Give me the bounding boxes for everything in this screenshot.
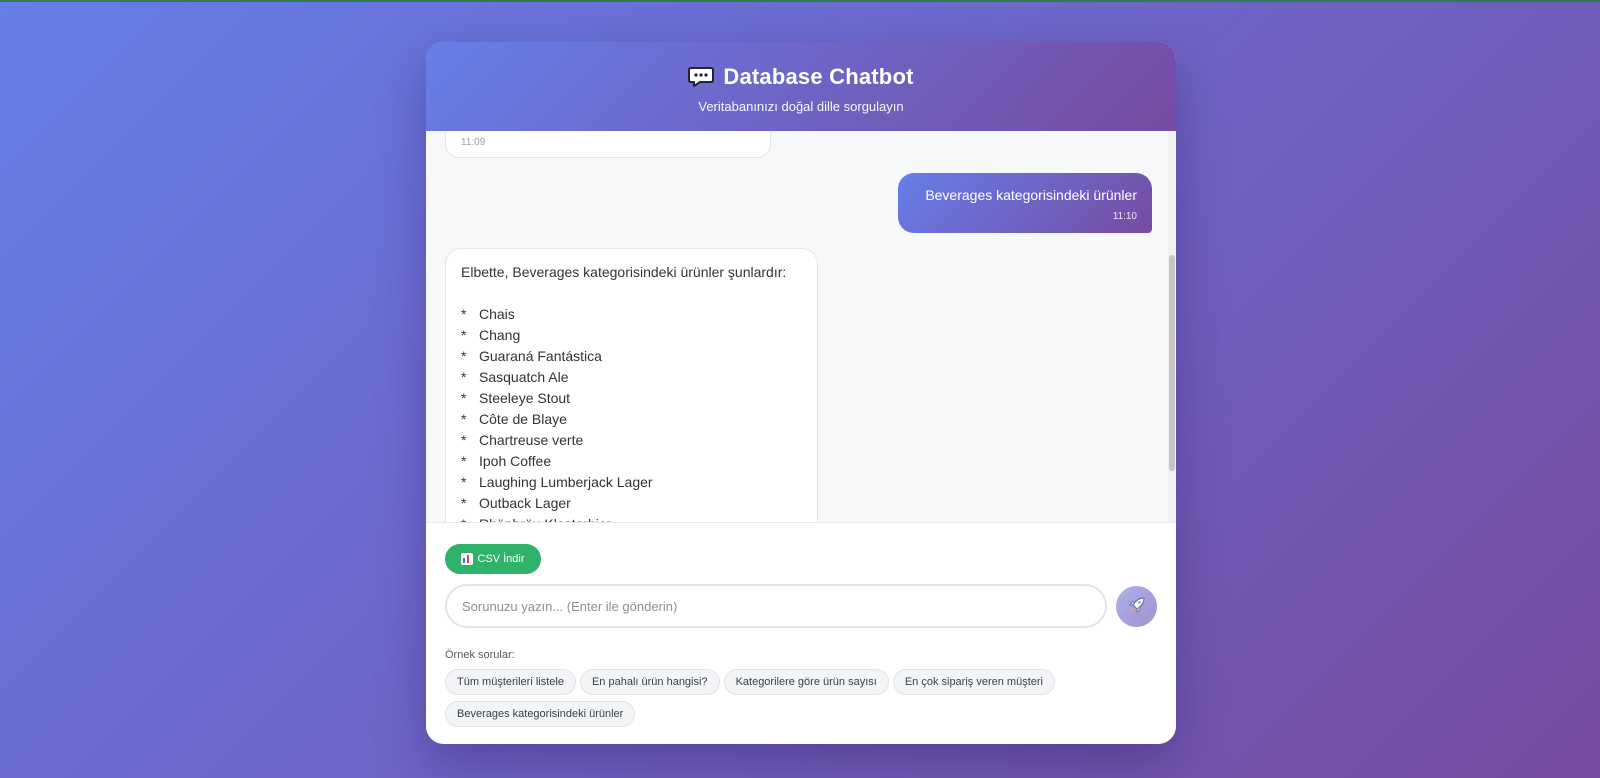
- list-bullet: *: [461, 474, 467, 490]
- user-message: Beverages kategorisindeki ürünler 11:10: [898, 173, 1152, 233]
- speech-bubble-icon: [688, 66, 715, 88]
- title-row: Database Chatbot: [426, 64, 1176, 90]
- list-item-text: Sasquatch Ale: [479, 369, 569, 385]
- example-question-chip[interactable]: Beverages kategorisindeki ürünler: [445, 701, 636, 727]
- list-bullet: *: [461, 411, 467, 427]
- list-item: * Steeleye Stout: [461, 388, 802, 409]
- user-message-text: Beverages kategorisindeki ürünler: [925, 187, 1137, 203]
- list-bullet: *: [461, 327, 467, 343]
- list-item-text: Ipoh Coffee: [479, 453, 552, 469]
- csv-download-label: CSV İndir: [477, 553, 525, 565]
- list-bullet: *: [461, 495, 467, 511]
- list-bullet: *: [461, 432, 467, 448]
- question-input[interactable]: [447, 586, 1105, 626]
- scrollbar[interactable]: [1168, 131, 1176, 522]
- bot-message: Elbette, Beverages kategorisindeki ürünl…: [445, 248, 818, 522]
- list-item-text: Steeleye Stout: [479, 390, 571, 406]
- list-item: * Guaraná Fantástica: [461, 346, 802, 367]
- page-title: Database Chatbot: [723, 64, 914, 89]
- top-accent-line: [0, 0, 1600, 2]
- list-item-text: Laughing Lumberjack Lager: [479, 474, 653, 490]
- question-input-wrapper: [445, 584, 1107, 628]
- rocket-icon: [1127, 595, 1147, 618]
- chat-window: Database Chatbot Veritabanınızı doğal di…: [426, 42, 1176, 744]
- list-item-text: Rhönbräu Klosterbier: [479, 514, 611, 522]
- list-item-text: Chartreuse verte: [479, 432, 584, 448]
- message-time: 11:09: [461, 137, 486, 148]
- list-item-text: Chais: [479, 306, 515, 322]
- examples-label: Örnek sorular:: [445, 649, 515, 661]
- input-area: CSV İndir Örnek sorular: Tüm müşterileri…: [426, 522, 1176, 744]
- list-item: *Rhönbräu Klosterbier: [461, 514, 802, 522]
- example-question-chip[interactable]: En çok sipariş veren müşteri: [892, 669, 1055, 695]
- list-item: * Chartreuse verte: [461, 430, 802, 451]
- message-list[interactable]: 11:09 Beverages kategorisindeki ürünler …: [426, 131, 1176, 522]
- list-item-text: Guaraná Fantástica: [479, 348, 602, 364]
- send-button[interactable]: [1116, 586, 1157, 627]
- list-item-text: Chang: [479, 327, 521, 343]
- scrollbar-thumb[interactable]: [1169, 255, 1175, 471]
- list-bullet: *: [461, 348, 467, 364]
- list-bullet: *: [461, 453, 467, 469]
- list-bullet: *: [461, 369, 467, 385]
- list-item-text: Outback Lager: [479, 495, 571, 511]
- chat-header: Database Chatbot Veritabanınızı doğal di…: [426, 42, 1176, 131]
- bar-chart-icon: [461, 553, 474, 565]
- list-bullet: *: [461, 306, 467, 322]
- list-item: * Chang: [461, 325, 802, 346]
- message-time: 11:10: [1112, 211, 1137, 222]
- list-bullet: *: [461, 514, 479, 522]
- example-question-chip[interactable]: Tüm müşterileri listele: [445, 669, 576, 695]
- list-item: * Ipoh Coffee: [461, 451, 802, 472]
- list-item: * Laughing Lumberjack Lager: [461, 472, 802, 493]
- example-question-chip[interactable]: En pahalı ürün hangisi?: [579, 669, 720, 695]
- product-list: * Chais * Chang * Guaraná Fantástica * Sasquatc…: [461, 304, 802, 522]
- csv-download-button[interactable]: CSV İndir: [445, 544, 541, 574]
- list-item: * Chais: [461, 304, 802, 325]
- example-question-chip[interactable]: Kategorilere göre ürün sayısı: [723, 669, 889, 695]
- list-item: * Côte de Blaye: [461, 409, 802, 430]
- example-question-chips: Tüm müşterileri listele En pahalı ürün ha…: [445, 669, 1145, 733]
- list-item: * Sasquatch Ale: [461, 367, 802, 388]
- bot-message-previous: 11:09: [445, 131, 771, 158]
- list-item-text: Côte de Blaye: [479, 411, 567, 427]
- list-item: * Outback Lager: [461, 493, 802, 514]
- page-subtitle: Veritabanınızı doğal dille sorgulayın: [698, 99, 904, 114]
- list-bullet: *: [461, 390, 467, 406]
- bot-message-intro: Elbette, Beverages kategorisindeki ürünl…: [461, 264, 787, 280]
